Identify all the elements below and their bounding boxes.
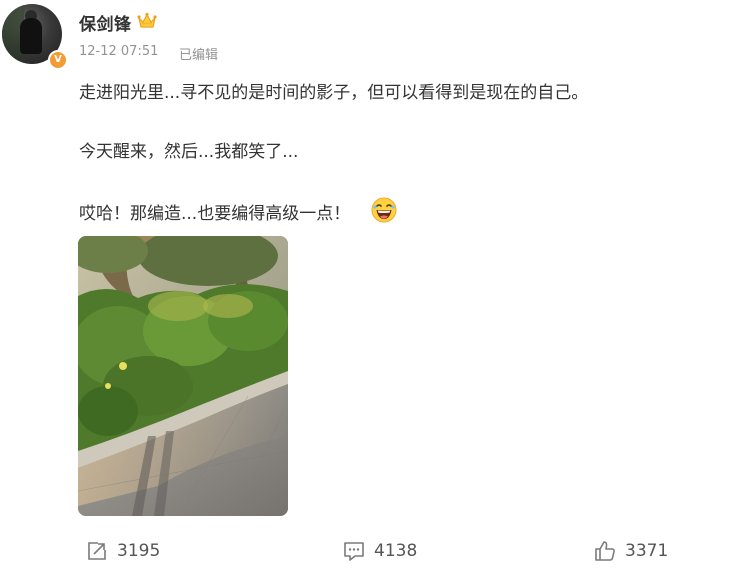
action-bar: 3195 4138 3371 [0, 536, 755, 566]
weibo-post: V 保剑锋 12-12 07:51 已编辑 走进阳光里...寻不见的是时间的影子… [0, 0, 755, 568]
repost-button[interactable]: 3195 [86, 536, 160, 566]
laughing-emoji-icon [371, 197, 397, 223]
comment-button[interactable]: 4138 [343, 536, 417, 566]
repost-icon [88, 542, 106, 560]
thumbs-up-icon [595, 541, 615, 561]
like-button[interactable]: 3371 [594, 536, 668, 566]
crown-icon[interactable] [137, 12, 157, 30]
author-name[interactable]: 保剑锋 [79, 10, 132, 35]
repost-count: 3195 [117, 541, 161, 561]
post-text-line-2: 今天醒来，然后...我都笑了... [79, 142, 299, 162]
comment-count: 4138 [374, 541, 418, 561]
verified-badge-icon: V [48, 50, 68, 70]
comment-icon [344, 542, 364, 561]
edited-label[interactable]: 已编辑 [179, 44, 218, 63]
post-text-line-1: 走进阳光里...寻不见的是时间的影子，但可以看得到是现在的自己。 [79, 83, 589, 103]
avatar-person-body [20, 18, 42, 54]
like-count: 3371 [625, 541, 669, 561]
post-timestamp[interactable]: 12-12 07:51 [79, 44, 158, 59]
sunlit-hedge-photo-icon [78, 236, 288, 516]
post-text-line-3: 哎哈！那编造...也要编得高级一点！ [79, 204, 351, 224]
post-image[interactable] [78, 236, 288, 516]
